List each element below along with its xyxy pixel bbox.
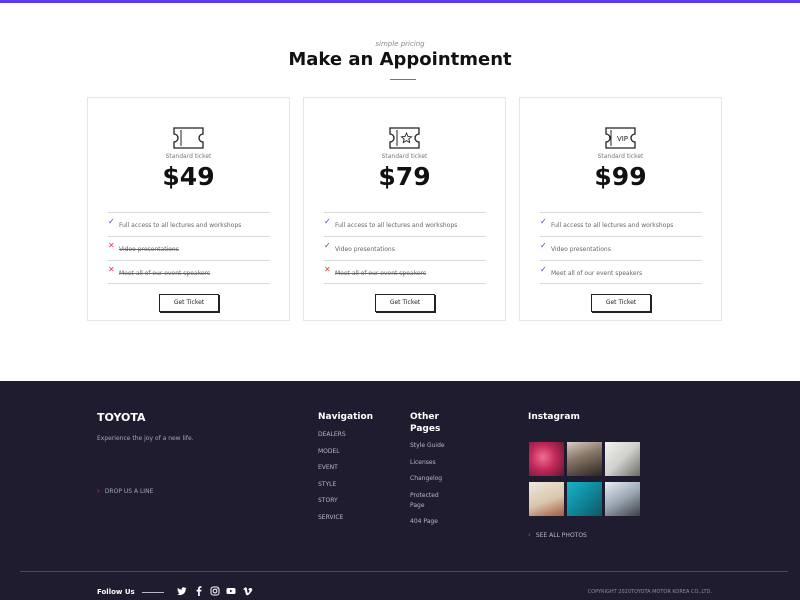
plan-price: $99 <box>594 162 647 191</box>
check-icon: ✓ <box>540 217 547 226</box>
page-link-changelog[interactable]: Changelog <box>410 474 442 484</box>
check-icon: ✓ <box>540 241 547 250</box>
cross-icon: ✕ <box>324 265 331 274</box>
follow-us-label: Follow Us <box>97 588 135 596</box>
pricing-section: simple pricing Make an Appointment Stand… <box>0 3 800 381</box>
title-underline <box>390 79 416 80</box>
section-title: Make an Appointment <box>288 49 512 70</box>
footer-brand[interactable]: TOYOTA <box>97 411 146 424</box>
feature-row: ✓ Meet all of our event speakers <box>540 260 702 284</box>
chevron-right-icon: › <box>528 531 531 539</box>
other-pages-heading: Other Pages <box>410 411 440 435</box>
nav-link-service[interactable]: SERVICE <box>318 513 343 523</box>
nav-link-style[interactable]: STYLE <box>318 480 336 490</box>
vip-icon-text: VIP <box>617 135 628 143</box>
feature-row: ✓ Full access to all lectures and worksh… <box>108 212 270 236</box>
facebook-icon[interactable] <box>194 586 204 596</box>
youtube-icon[interactable] <box>226 586 236 596</box>
instagram-heading: Instagram <box>528 412 580 422</box>
nav-link-dealers[interactable]: DEALERS <box>318 430 346 440</box>
footer-tagline: Experience the joy of a new life. <box>97 435 194 442</box>
instagram-photo[interactable] <box>567 442 602 476</box>
pricing-card: Standard ticket $49 ✓ Full access to all… <box>87 97 290 321</box>
pricing-card: VIP Standard ticket $99 ✓ Full access to… <box>519 97 722 321</box>
navigation-heading: Navigation <box>318 412 374 422</box>
nav-link-story[interactable]: STORY <box>318 496 338 506</box>
other-pages-heading-line1: Other <box>410 412 439 422</box>
page-link-licenses[interactable]: Licenses <box>410 458 436 468</box>
feature-row: ✕ Meet all of our event speakers <box>324 260 486 284</box>
copyright-text: COPYRIGHT 2020TOYOTA MOTOR KOREA CO.,LTD… <box>587 589 712 595</box>
feature-row: ✕ Meet all of our event speakers <box>108 260 270 284</box>
plan-label: Standard ticket <box>165 153 212 160</box>
twitter-icon[interactable] <box>177 586 187 596</box>
feature-row: ✕ Video presentations <box>108 236 270 260</box>
feature-text: Full access to all lectures and workshop… <box>335 222 458 229</box>
drop-line-text: DROP US A LINE <box>104 488 154 495</box>
get-ticket-button[interactable]: Get Ticket <box>375 294 435 312</box>
check-icon: ✓ <box>324 241 331 250</box>
feature-row: ✓ Full access to all lectures and worksh… <box>324 212 486 236</box>
cross-icon: ✕ <box>108 265 115 274</box>
instagram-photo[interactable] <box>567 482 602 516</box>
follow-us-line <box>142 592 164 593</box>
feature-text: Video presentations <box>335 246 395 253</box>
page-link-style-guide[interactable]: Style Guide <box>410 441 445 451</box>
feature-text: Meet all of our event speakers <box>335 270 427 277</box>
feature-text: Full access to all lectures and workshop… <box>551 222 674 229</box>
feature-text: Video presentations <box>119 246 179 253</box>
plan-label: Standard ticket <box>381 153 428 160</box>
page-link-404[interactable]: 404 Page <box>410 517 438 527</box>
pricing-card: Standard ticket $79 ✓ Full access to all… <box>303 97 506 321</box>
plan-price: $79 <box>378 162 431 191</box>
section-subtitle: simple pricing <box>375 40 425 48</box>
get-ticket-button[interactable]: Get Ticket <box>591 294 651 312</box>
feature-row: ✓ Video presentations <box>540 236 702 260</box>
feature-row: ✓ Video presentations <box>324 236 486 260</box>
ticket-icon <box>173 127 204 149</box>
instagram-photo[interactable] <box>529 442 564 476</box>
cross-icon: ✕ <box>108 241 115 250</box>
feature-text: Meet all of our event speakers <box>119 270 211 277</box>
drop-us-a-line-link[interactable]: › DROP US A LINE <box>97 487 153 495</box>
plan-price: $49 <box>162 162 215 191</box>
see-all-text: SEE ALL PHOTOS <box>535 532 587 539</box>
other-pages-heading-line2: Pages <box>410 424 441 434</box>
page-link-protected-page[interactable]: Protected <box>410 491 439 501</box>
instagram-photo[interactable] <box>605 482 640 516</box>
nav-link-model[interactable]: MODEL <box>318 447 340 457</box>
ticket-vip-icon: VIP <box>605 127 636 149</box>
check-icon: ✓ <box>108 217 115 226</box>
instagram-photo[interactable] <box>605 442 640 476</box>
ticket-star-icon <box>389 127 420 149</box>
vimeo-icon[interactable] <box>243 586 253 596</box>
page-link-protected-page-line2[interactable]: Page <box>410 501 425 511</box>
see-all-photos-link[interactable]: › SEE ALL PHOTOS <box>528 531 587 539</box>
chevron-right-icon: › <box>97 487 100 495</box>
site-footer: TOYOTA Experience the joy of a new life.… <box>0 381 800 600</box>
plan-label: Standard ticket <box>597 153 644 160</box>
check-icon: ✓ <box>324 217 331 226</box>
check-icon: ✓ <box>540 265 547 274</box>
footer-divider <box>20 571 788 572</box>
feature-text: Video presentations <box>551 246 611 253</box>
instagram-photo[interactable] <box>529 482 564 516</box>
nav-link-event[interactable]: EVENT <box>318 463 338 473</box>
get-ticket-button[interactable]: Get Ticket <box>159 294 219 312</box>
feature-row: ✓ Full access to all lectures and worksh… <box>540 212 702 236</box>
feature-text: Meet all of our event speakers <box>551 270 643 277</box>
instagram-icon[interactable] <box>210 586 220 596</box>
feature-text: Full access to all lectures and workshop… <box>119 222 242 229</box>
